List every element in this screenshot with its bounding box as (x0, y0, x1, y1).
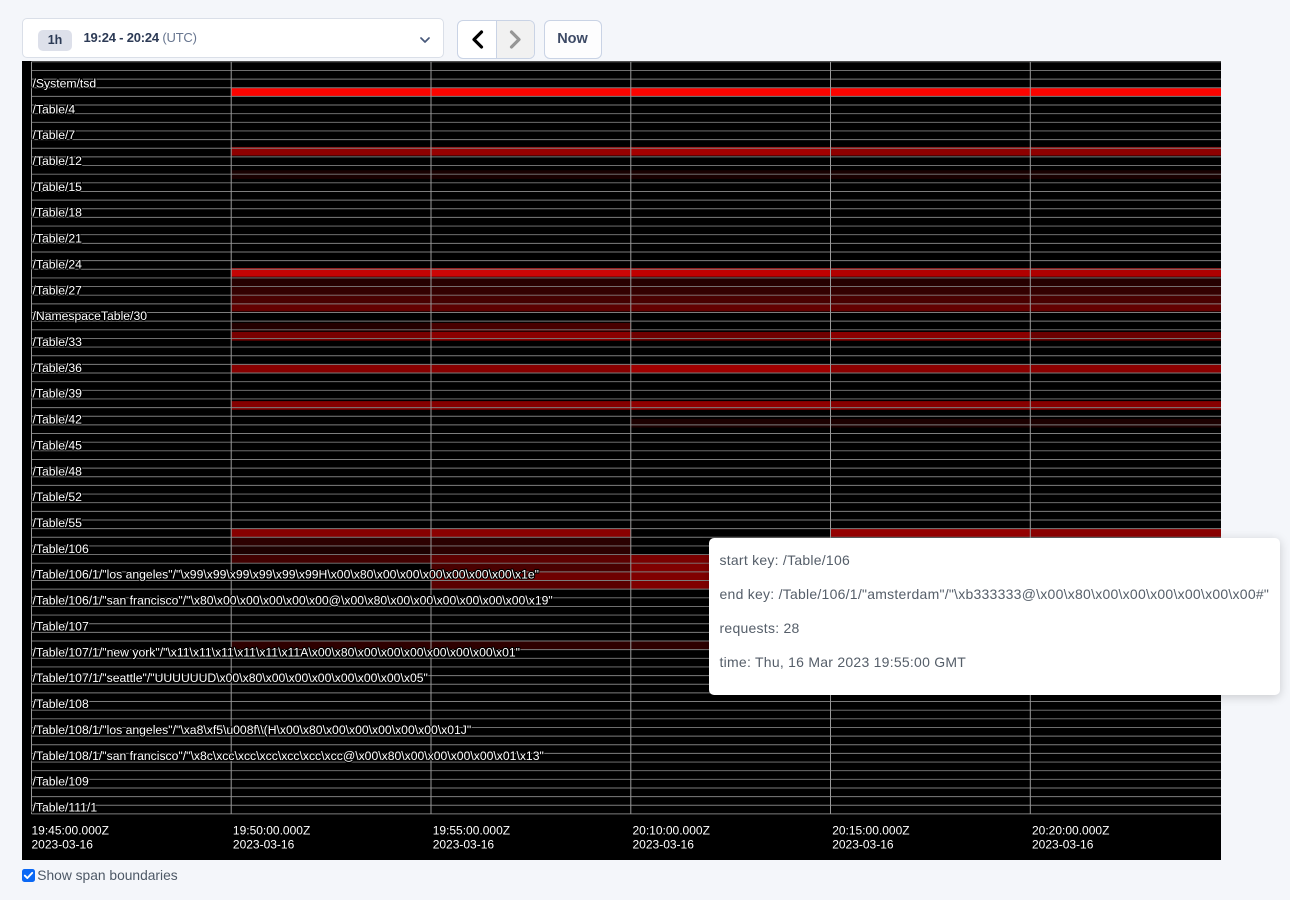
svg-text:/Table/42: /Table/42 (33, 413, 83, 427)
svg-text:2023-03-16: 2023-03-16 (32, 838, 94, 852)
svg-text:/Table/111/1: /Table/111/1 (33, 800, 98, 814)
svg-text:2023-03-16: 2023-03-16 (1032, 838, 1094, 852)
svg-text:/Table/7: /Table/7 (33, 128, 76, 142)
svg-text:2023-03-16: 2023-03-16 (832, 838, 894, 852)
svg-text:/Table/12: /Table/12 (33, 154, 83, 168)
svg-text:20:20:00.000Z: 20:20:00.000Z (1032, 824, 1109, 838)
svg-text:/Table/15: /Table/15 (33, 180, 83, 194)
svg-text:/Table/106: /Table/106 (33, 542, 89, 556)
svg-text:/Table/107/1/"seattle"/"UUUUUU: /Table/107/1/"seattle"/"UUUUUUD\x00\x80\… (33, 671, 428, 685)
svg-text:2023-03-16: 2023-03-16 (433, 838, 495, 852)
svg-text:/Table/107: /Table/107 (33, 619, 89, 633)
svg-text:/Table/106/1/"los angeles"/"\x: /Table/106/1/"los angeles"/"\x99\x99\x99… (33, 568, 539, 582)
svg-text:/Table/108/1/"los angeles"/"\x: /Table/108/1/"los angeles"/"\xa8\xf5\u00… (33, 723, 472, 737)
svg-text:/System/tsd: /System/tsd (33, 76, 97, 90)
svg-text:20:10:00.000Z: 20:10:00.000Z (633, 824, 710, 838)
svg-text:/NamespaceTable/30: /NamespaceTable/30 (33, 309, 148, 323)
svg-text:/Table/36: /Table/36 (33, 361, 83, 375)
svg-text:20:15:00.000Z: 20:15:00.000Z (832, 824, 909, 838)
svg-text:/Table/107/1/"new york"/"\x11\: /Table/107/1/"new york"/"\x11\x11\x11\x1… (33, 645, 521, 659)
svg-text:2023-03-16: 2023-03-16 (233, 838, 295, 852)
svg-text:/Table/45: /Table/45 (33, 438, 83, 452)
svg-text:/Table/24: /Table/24 (33, 257, 83, 271)
svg-text:/Table/48: /Table/48 (33, 464, 83, 478)
svg-text:/Table/55: /Table/55 (33, 516, 83, 530)
svg-text:/Table/108/1/"san francisco"/": /Table/108/1/"san francisco"/"\x8c\xcc\x… (33, 749, 544, 763)
svg-text:/Table/4: /Table/4 (33, 102, 76, 116)
svg-text:19:50:00.000Z: 19:50:00.000Z (233, 824, 310, 838)
svg-text:19:45:00.000Z: 19:45:00.000Z (32, 824, 109, 838)
svg-text:/Table/21: /Table/21 (33, 232, 83, 246)
svg-text:/Table/52: /Table/52 (33, 490, 83, 504)
svg-text:2023-03-16: 2023-03-16 (633, 838, 695, 852)
svg-text:/Table/106/1/"san francisco"/": /Table/106/1/"san francisco"/"\x80\x00\x… (33, 594, 553, 608)
svg-text:/Table/33: /Table/33 (33, 335, 83, 349)
svg-text:/Table/108: /Table/108 (33, 697, 89, 711)
svg-text:/Table/18: /Table/18 (33, 206, 83, 220)
svg-text:/Table/39: /Table/39 (33, 387, 83, 401)
svg-text:19:55:00.000Z: 19:55:00.000Z (433, 824, 510, 838)
svg-text:/Table/27: /Table/27 (33, 283, 83, 297)
svg-text:/Table/109: /Table/109 (33, 775, 89, 789)
